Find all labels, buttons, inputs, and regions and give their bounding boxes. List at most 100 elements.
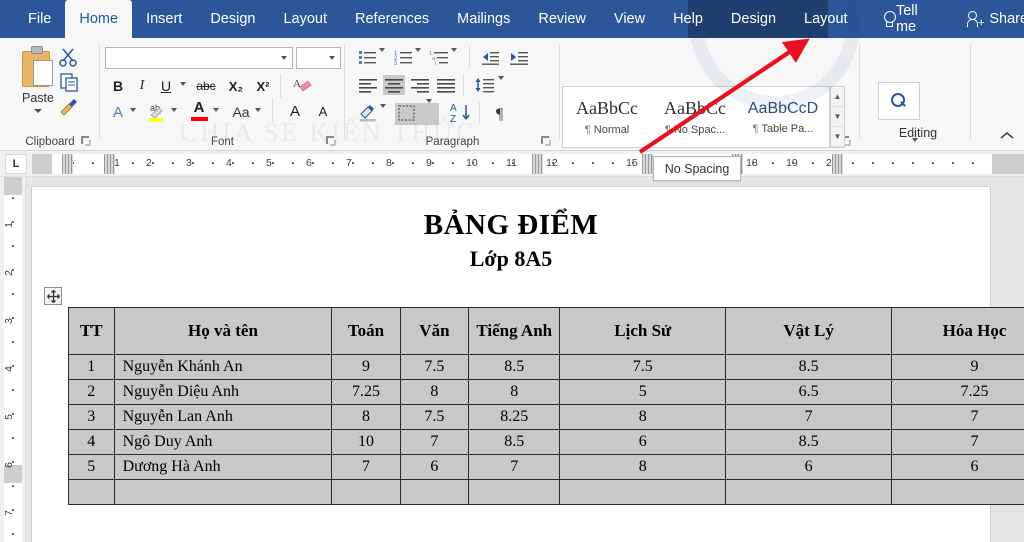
style-item-normal[interactable]: AaBbCc ¶ Normal	[563, 87, 651, 147]
paragraph-dialog-launcher[interactable]	[541, 136, 552, 147]
table-cell[interactable]	[331, 479, 401, 505]
font-name-combo[interactable]	[105, 47, 293, 69]
align-center-button[interactable]	[383, 75, 405, 95]
table-cell[interactable]: 10	[331, 429, 401, 455]
decrease-indent-button[interactable]	[479, 47, 501, 67]
table-cell[interactable]: 7	[331, 454, 401, 480]
table-cell[interactable]: 6.5	[725, 379, 893, 405]
tab-references[interactable]: References	[341, 0, 443, 38]
bold-button[interactable]: B	[107, 75, 129, 97]
cut-button[interactable]	[58, 46, 84, 70]
underline-dropdown-arrow[interactable]	[180, 82, 186, 86]
table-cell[interactable]	[725, 479, 893, 505]
show-formatting-marks-button[interactable]: ¶	[491, 102, 513, 123]
column-marker[interactable]	[832, 154, 843, 174]
shrink-font-button[interactable]: A	[312, 100, 334, 122]
table-header-cell[interactable]: Tiếng Anh	[468, 307, 561, 355]
editing-button[interactable]	[878, 82, 920, 120]
format-painter-button[interactable]	[58, 96, 84, 120]
style-item-table-paragraph[interactable]: AaBbCcD ¶ Table Pa...	[739, 87, 827, 147]
styles-more-button[interactable]: ▼	[831, 127, 844, 147]
italic-button[interactable]: I	[131, 75, 153, 97]
table-cell[interactable]: 8.5	[468, 429, 561, 455]
table-header-cell[interactable]: Lịch Sử	[559, 307, 727, 355]
share-button[interactable]: + Share	[957, 0, 1024, 38]
change-case-button[interactable]: Aa	[228, 101, 254, 123]
styles-gallery-scrollbar[interactable]: ▲ ▼ ▼	[830, 86, 845, 148]
text-effects-dropdown-arrow[interactable]	[130, 108, 136, 112]
table-cell[interactable]: 5	[68, 454, 115, 480]
table-cell[interactable]: 7.25	[331, 379, 401, 405]
table-header-cell[interactable]: Văn	[399, 307, 470, 355]
tell-me-box[interactable]: Tell me	[872, 0, 934, 38]
table-cell[interactable]: 8	[559, 404, 727, 430]
shading-button[interactable]	[357, 103, 379, 123]
styles-scroll-down[interactable]: ▼	[831, 107, 844, 127]
line-spacing-dropdown-arrow[interactable]	[498, 76, 508, 100]
tab-table-design[interactable]: Design	[717, 0, 790, 38]
document-page[interactable]: BẢNG ĐIỂM Lớp 8A5 TT Họ và tên Toán Văn Tiến…	[32, 187, 1024, 542]
table-cell[interactable]: Nguyễn Khánh An	[113, 354, 333, 380]
table-header-cell[interactable]: Toán	[331, 307, 401, 355]
column-marker[interactable]	[62, 154, 73, 174]
table-cell[interactable]: Nguyễn Diệu Anh	[113, 379, 333, 405]
tab-help[interactable]: Help	[659, 0, 717, 38]
font-color-button[interactable]: A	[187, 97, 211, 123]
grades-table[interactable]: TT Họ và tên Toán Văn Tiếng Anh Lịch Sử Vật Lý…	[68, 307, 1024, 505]
table-cell[interactable]: 6	[559, 429, 727, 455]
text-effects-button[interactable]: A	[107, 101, 129, 123]
clear-formatting-button[interactable]: A	[290, 74, 314, 98]
table-cell[interactable]: 8.5	[725, 429, 893, 455]
table-cell[interactable]: 1	[68, 354, 115, 380]
collapse-ribbon-button[interactable]	[1000, 129, 1014, 144]
vertical-ruler[interactable]: 1234567	[0, 177, 26, 542]
bullets-button[interactable]	[357, 47, 379, 67]
table-cell[interactable]	[559, 479, 727, 505]
table-cell[interactable]: 7	[399, 429, 470, 455]
table-cell[interactable]: 7	[891, 404, 1024, 430]
numbering-dropdown-arrow[interactable]	[415, 48, 425, 72]
table-cell[interactable]: 6	[399, 454, 470, 480]
column-marker[interactable]	[642, 154, 653, 174]
table-move-handle[interactable]	[44, 287, 62, 305]
table-cell[interactable]: 2	[68, 379, 115, 405]
line-spacing-button[interactable]	[473, 75, 497, 95]
grow-font-button[interactable]: A	[284, 100, 306, 122]
copy-button[interactable]	[58, 71, 84, 95]
table-cell[interactable]: 8	[559, 454, 727, 480]
sort-button[interactable]: A Z	[449, 101, 473, 125]
table-header-cell[interactable]: Hóa Học	[891, 307, 1024, 355]
change-case-dropdown-arrow[interactable]	[255, 108, 261, 112]
tab-home[interactable]: Home	[65, 0, 133, 38]
table-cell[interactable]: 7.5	[559, 354, 727, 380]
underline-button[interactable]: U	[155, 75, 177, 97]
shading-dropdown-arrow[interactable]	[380, 104, 390, 128]
align-right-button[interactable]	[409, 75, 431, 95]
table-header-cell[interactable]: TT	[68, 307, 115, 355]
table-header-cell[interactable]: Họ và tên	[113, 307, 333, 355]
styles-scroll-up[interactable]: ▲	[831, 87, 844, 107]
tab-view[interactable]: View	[600, 0, 659, 38]
subscript-button[interactable]: X₂	[224, 75, 248, 97]
multilevel-list-button[interactable]: 1 a i	[429, 47, 451, 67]
table-cell[interactable]	[68, 479, 115, 505]
horizontal-ruler[interactable]: L 123456789101112151617181920	[0, 151, 1024, 177]
table-cell[interactable]: Dương Hà Anh	[113, 454, 333, 480]
tab-design[interactable]: Design	[196, 0, 269, 38]
tab-file[interactable]: File	[14, 0, 65, 38]
table-cell[interactable]: 8.5	[468, 354, 561, 380]
strikethrough-button[interactable]: abc	[192, 75, 220, 97]
align-left-button[interactable]	[357, 75, 379, 95]
table-cell[interactable]: 7.25	[891, 379, 1024, 405]
font-color-dropdown-arrow[interactable]	[213, 108, 219, 112]
table-cell[interactable]: Ngô Duy Anh	[113, 429, 333, 455]
table-row[interactable]: 1 Nguyễn Khánh An 9 7.5 8.5 7.5 8.5 9	[68, 354, 1024, 380]
highlight-dropdown-arrow[interactable]	[171, 108, 177, 112]
table-cell[interactable]: 8	[399, 379, 470, 405]
increase-indent-button[interactable]	[508, 47, 530, 67]
table-cell[interactable]: 7	[468, 454, 561, 480]
table-cell[interactable]: 3	[68, 404, 115, 430]
table-header-cell[interactable]: Vật Lý	[725, 307, 893, 355]
table-cell[interactable]: 6	[725, 454, 893, 480]
table-row[interactable]: 3 Nguyễn Lan Anh 8 7.5 8.25 8 7 7	[68, 404, 1024, 430]
